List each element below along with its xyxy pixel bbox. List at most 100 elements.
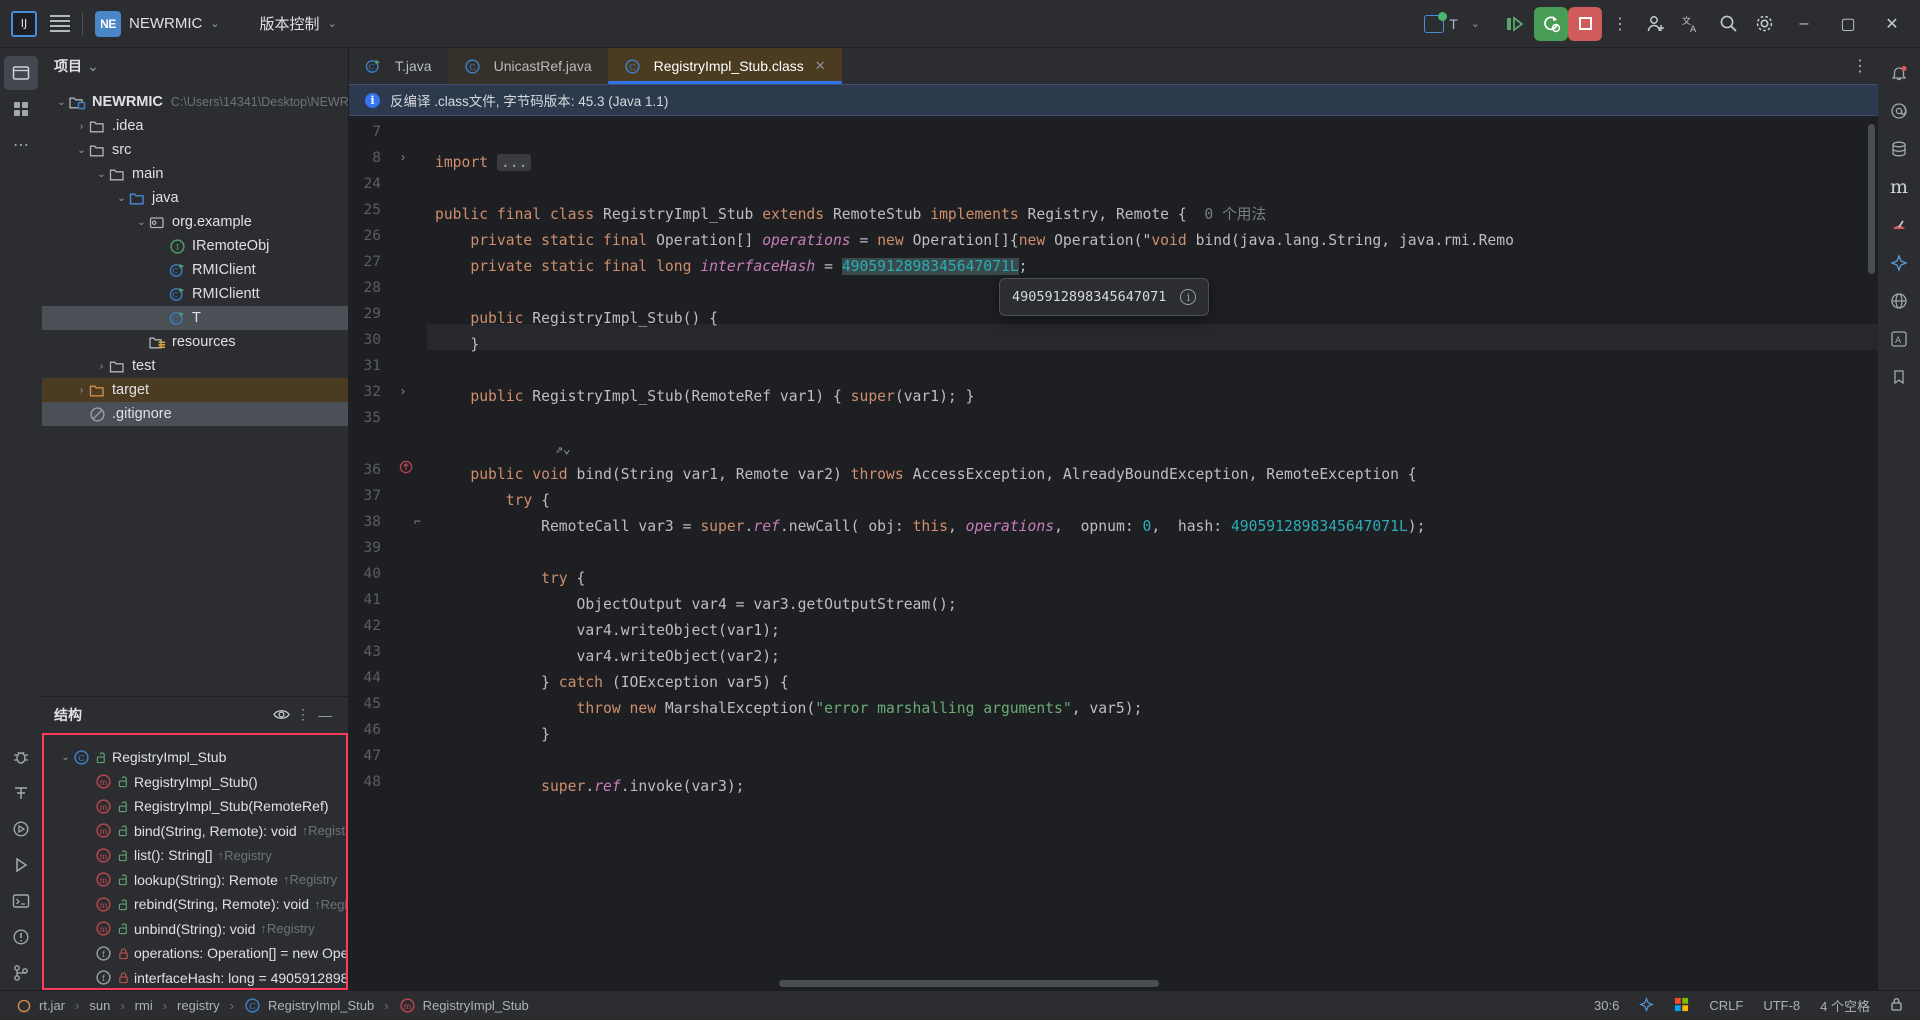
breadcrumb-item[interactable]: C RegistryImpl_Stub: [239, 996, 379, 1015]
chevron-right-icon[interactable]: ›: [74, 385, 89, 396]
structure-item[interactable]: ⌄ C RegistryImpl_Stub: [44, 745, 346, 770]
sidebar-item-debug[interactable]: [4, 740, 38, 774]
structure-item[interactable]: m list(): String[] ↑Registry: [44, 843, 346, 868]
windows-icon[interactable]: [1667, 995, 1696, 1017]
project-tree[interactable]: ⌄ NEWRMIC C:\Users\14341\Desktop\NEWRMI › .i…: [42, 84, 348, 696]
more-vertical-icon[interactable]: ⋮: [292, 704, 314, 726]
hamburger-menu-icon[interactable]: [42, 6, 78, 42]
editor-tab[interactable]: C T.java: [349, 48, 448, 84]
structure-item[interactable]: m unbind(String): void ↑Registry: [44, 917, 346, 942]
code-editor[interactable]: 7 8 24 25 26 27 28 29 30 31 32 35 36 37 38 39 40 41 42 43 44…: [349, 116, 1878, 990]
code-line[interactable]: }: [427, 722, 550, 748]
info-outline-icon[interactable]: i: [1180, 289, 1197, 305]
code-line[interactable]: public final class RegistryImpl_Stub ext…: [427, 202, 1266, 228]
profiler-icon[interactable]: [1882, 208, 1916, 242]
indent-setting[interactable]: 4 个空格: [1813, 994, 1877, 1017]
chevron-down-icon[interactable]: ⌄: [74, 145, 89, 156]
code-line[interactable]: public void bind(String var1, Remote var…: [427, 462, 1416, 488]
code-line[interactable]: }: [427, 332, 479, 358]
tree-item[interactable]: C RMIClientt: [42, 282, 348, 306]
chevron-down-icon[interactable]: ⌄: [58, 752, 73, 763]
close-icon[interactable]: ✕: [815, 58, 826, 74]
chevron-down-icon[interactable]: ⌄: [94, 169, 109, 180]
code-line[interactable]: throw new MarshalException("error marsha…: [427, 696, 1142, 722]
web-icon[interactable]: [1882, 284, 1916, 318]
breadcrumb[interactable]: rt.jar › sun › rmi › registry › C RegistryImpl_St…: [10, 996, 534, 1015]
code-content[interactable]: import ... public final class RegistryImp…: [427, 116, 1878, 990]
sidebar-item-problems[interactable]: [4, 920, 38, 954]
sidebar-item-more[interactable]: ⋯: [4, 128, 38, 162]
horizontal-scrollbar[interactable]: [779, 980, 1159, 987]
fold-arrow-icon[interactable]: ›: [401, 384, 405, 398]
fold-placeholder[interactable]: ...: [496, 154, 532, 171]
tree-item[interactable]: › test: [42, 354, 348, 378]
chevron-down-icon[interactable]: ⌄: [114, 193, 129, 204]
tree-item[interactable]: I IRemoteObj: [42, 234, 348, 258]
sidebar-item-run[interactable]: [4, 848, 38, 882]
structure-item[interactable]: m rebind(String, Remote): void↑Registry: [44, 892, 346, 917]
code-line[interactable]: private static final long interfaceHash …: [427, 254, 1028, 280]
structure-list[interactable]: ⌄ C RegistryImpl_Stub m RegistryImpl_Stub() m…: [42, 735, 348, 990]
vcs-widget[interactable]: 版本控制 ⌄: [238, 9, 355, 38]
project-selector[interactable]: NE NEWRMIC ⌄: [87, 7, 238, 41]
code-line[interactable]: public RegistryImpl_Stub(RemoteRef var1)…: [427, 384, 974, 410]
implementing-method-icon[interactable]: [399, 460, 413, 477]
tree-item[interactable]: › target: [42, 378, 348, 402]
lambda-gutter-icon[interactable]: ⇗⌄: [427, 436, 571, 463]
translate-icon[interactable]: 文A: [1674, 6, 1710, 42]
structure-item[interactable]: f interfaceHash: long = 4905912898345647: [44, 966, 346, 989]
bookmarks-icon[interactable]: [1882, 360, 1916, 394]
code-line[interactable]: } catch (IOException var5) {: [427, 670, 789, 696]
stop-button[interactable]: [1568, 6, 1602, 41]
tree-item[interactable]: ⌄ main: [42, 162, 348, 186]
code-line[interactable]: super.ref.invoke(var3);: [427, 774, 744, 800]
debug-run-button[interactable]: [1534, 6, 1568, 41]
sidebar-item-terminal[interactable]: [4, 884, 38, 918]
chevron-right-icon[interactable]: ›: [94, 361, 109, 372]
sidebar-item-version-control[interactable]: [4, 956, 38, 990]
tree-item[interactable]: ⌄ NEWRMIC C:\Users\14341\Desktop\NEWRMI: [42, 90, 348, 114]
editor-tab[interactable]: C UnicastRef.java: [447, 48, 608, 84]
breadcrumb-item[interactable]: rmi: [130, 996, 158, 1015]
search-icon[interactable]: [1710, 6, 1746, 42]
notifications-icon[interactable]: [1882, 56, 1916, 90]
database-icon[interactable]: [1882, 132, 1916, 166]
tree-item[interactable]: ⌄ org.example: [42, 210, 348, 234]
tree-item[interactable]: CT: [42, 306, 348, 330]
code-line[interactable]: try {: [427, 566, 585, 592]
structure-item[interactable]: m RegistryImpl_Stub(RemoteRef): [44, 794, 346, 819]
read-only-lock-icon[interactable]: [1883, 995, 1910, 1017]
more-vertical-icon[interactable]: ⋮: [1602, 6, 1638, 42]
tree-item[interactable]: ⌄ src: [42, 138, 348, 162]
line-separator[interactable]: CRLF: [1702, 996, 1750, 1015]
more-vertical-icon[interactable]: ⋮: [1842, 48, 1878, 84]
ij-logo-icon[interactable]: IJ: [6, 6, 42, 42]
ai-assistant-icon[interactable]: [1882, 94, 1916, 128]
code-line[interactable]: var4.writeObject(var2);: [427, 644, 779, 670]
structure-item[interactable]: f operations: Operation[] = new Operatio: [44, 941, 346, 966]
editor-gutter[interactable]: 7 8 24 25 26 27 28 29 30 31 32 35 36 37 38 39 40 41 42 43 44…: [349, 116, 427, 990]
settings-gear-icon[interactable]: [1746, 6, 1782, 42]
add-account-icon[interactable]: [1638, 6, 1674, 42]
chevron-down-icon[interactable]: ⌄: [82, 55, 104, 77]
minimize-icon[interactable]: —: [314, 704, 336, 726]
code-line[interactable]: import ...: [427, 150, 532, 176]
caret-position[interactable]: 30:6: [1587, 996, 1626, 1015]
structure-item[interactable]: m bind(String, Remote): void↑Registry: [44, 819, 346, 844]
structure-item[interactable]: m lookup(String): Remote ↑Registry: [44, 868, 346, 893]
gradle-icon[interactable]: [1632, 995, 1661, 1017]
breadcrumb-item[interactable]: sun: [84, 996, 115, 1015]
structure-item[interactable]: m RegistryImpl_Stub(): [44, 770, 346, 795]
code-line[interactable]: try {: [427, 488, 550, 514]
run-button[interactable]: [1498, 6, 1534, 42]
chevron-right-icon[interactable]: ›: [74, 121, 89, 132]
maximize-window-button[interactable]: ▢: [1826, 4, 1870, 44]
minimize-window-button[interactable]: –: [1782, 4, 1826, 44]
file-encoding[interactable]: UTF-8: [1756, 996, 1807, 1015]
sidebar-item-project[interactable]: [4, 56, 38, 90]
code-line[interactable]: ObjectOutput var4 = var3.getOutputStream…: [427, 592, 956, 618]
translation-icon[interactable]: A: [1882, 322, 1916, 356]
code-vision-icon[interactable]: ⌐: [414, 514, 421, 528]
sidebar-item-services[interactable]: [4, 812, 38, 846]
tree-item[interactable]: .gitignore: [42, 402, 348, 426]
